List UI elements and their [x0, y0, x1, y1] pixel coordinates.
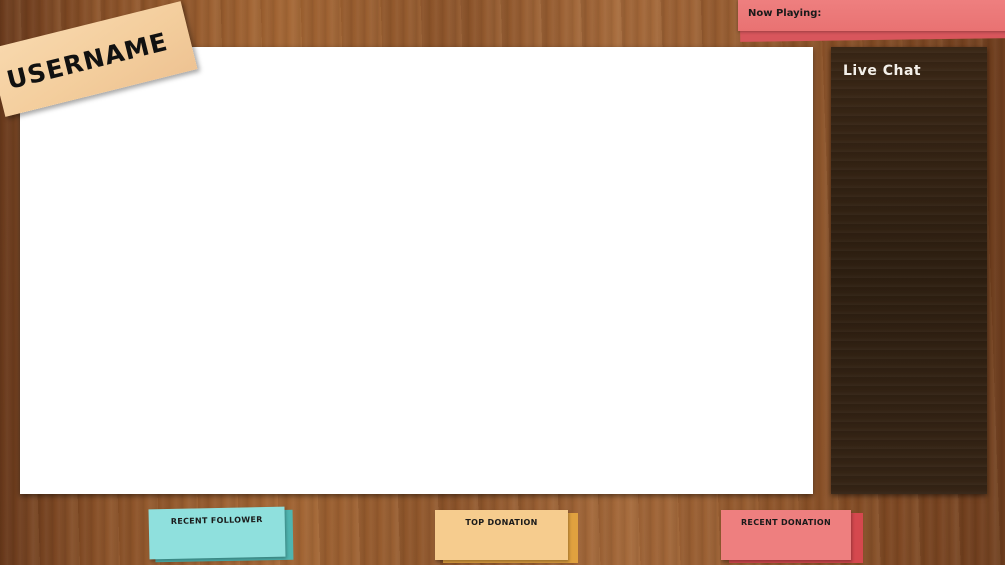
now-playing-note: Now Playing: — [738, 0, 1005, 42]
top-donation-note-sheet: TOP DONATION — [435, 510, 568, 560]
top-donation-note: TOP DONATION — [435, 510, 580, 563]
top-donation-label: TOP DONATION — [465, 518, 538, 527]
video-area — [20, 47, 813, 494]
now-playing-label: Now Playing: — [748, 8, 822, 19]
recent-donation-label: RECENT DONATION — [740, 518, 832, 527]
now-playing-note-sheet: Now Playing: — [738, 0, 1005, 31]
recent-donation-note: RECENT DONATION — [721, 510, 866, 563]
recent-follower-note-sheet: RECENT FOLLOWER — [148, 506, 286, 560]
recent-follower-note: RECENT FOLLOWER — [148, 506, 294, 563]
live-chat-panel: Live Chat — [831, 47, 987, 494]
recent-donation-note-sheet: RECENT DONATION — [721, 510, 851, 560]
recent-follower-label: RECENT FOLLOWER — [170, 515, 263, 526]
live-chat-title: Live Chat — [843, 63, 922, 79]
